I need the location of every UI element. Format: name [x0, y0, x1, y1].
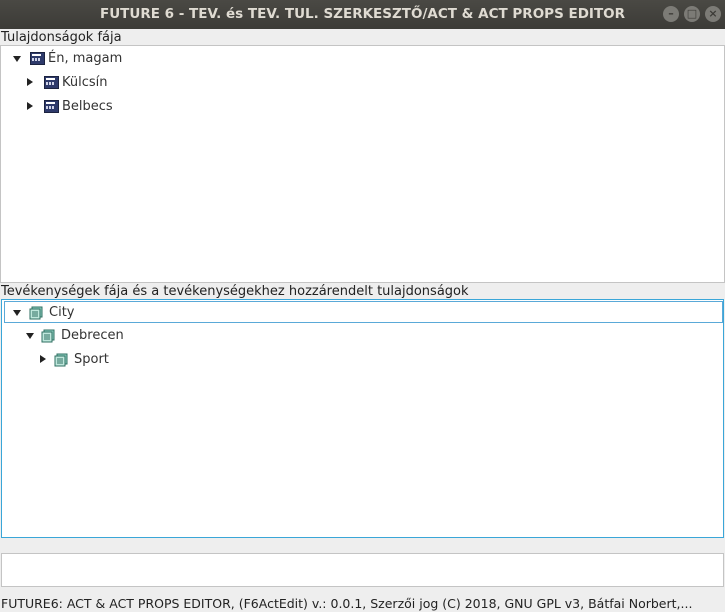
- expanded-arrow-icon[interactable]: [26, 333, 34, 339]
- collapsed-arrow-icon[interactable]: [27, 78, 33, 86]
- close-button[interactable]: ×: [705, 6, 721, 22]
- tree-item-label: City: [49, 305, 75, 320]
- acts-tree-item-city[interactable]: City: [4, 301, 723, 323]
- acts-tree-label: Tevékenységek fája és a tevékenységekhez…: [1, 284, 469, 299]
- props-tree-label: Tulajdonságok fája: [1, 30, 122, 45]
- props-tree-item-belbecs[interactable]: Belbecs: [11, 96, 311, 118]
- minimize-icon: –: [668, 7, 674, 20]
- expanded-arrow-icon[interactable]: [13, 310, 21, 316]
- property-icon: [44, 76, 59, 89]
- minimize-button[interactable]: –: [663, 6, 679, 22]
- acts-tree-panel[interactable]: City Debrecen Sport: [1, 299, 724, 538]
- collapsed-arrow-icon[interactable]: [40, 355, 46, 363]
- tree-item-label: Sport: [74, 352, 109, 367]
- window-titlebar[interactable]: FUTURE 6 - TEV. és TEV. TUL. SZERKESZTŐ/…: [0, 0, 725, 29]
- property-icon: [30, 52, 45, 65]
- collapsed-arrow-icon[interactable]: [27, 102, 33, 110]
- props-tree-item-kulcsin[interactable]: Külcsín: [11, 72, 311, 94]
- acts-tree-item-debrecen[interactable]: Debrecen: [24, 325, 324, 347]
- status-field[interactable]: [1, 553, 724, 587]
- maximize-icon: □: [686, 7, 698, 20]
- props-tree-item-en-magam[interactable]: Én, magam: [11, 48, 311, 70]
- tree-item-label: Külcsín: [62, 75, 108, 90]
- activity-icon: [29, 306, 43, 320]
- acts-tree-item-sport[interactable]: Sport: [24, 349, 324, 371]
- window-title: FUTURE 6 - TEV. és TEV. TUL. SZERKESZTŐ/…: [99, 6, 626, 22]
- close-icon: ×: [708, 7, 718, 20]
- maximize-button[interactable]: □: [684, 6, 700, 22]
- activity-icon: [41, 329, 55, 343]
- activity-icon: [54, 353, 68, 367]
- property-icon: [44, 100, 59, 113]
- tree-item-label: Debrecen: [61, 328, 124, 343]
- tree-item-label: Én, magam: [48, 51, 123, 66]
- tree-item-label: Belbecs: [62, 99, 113, 114]
- expanded-arrow-icon[interactable]: [13, 56, 21, 62]
- footer-info: FUTURE6: ACT & ACT PROPS EDITOR, (F6ActE…: [1, 596, 693, 611]
- props-tree-panel[interactable]: Én, magam Külcsín Belbecs: [0, 45, 725, 283]
